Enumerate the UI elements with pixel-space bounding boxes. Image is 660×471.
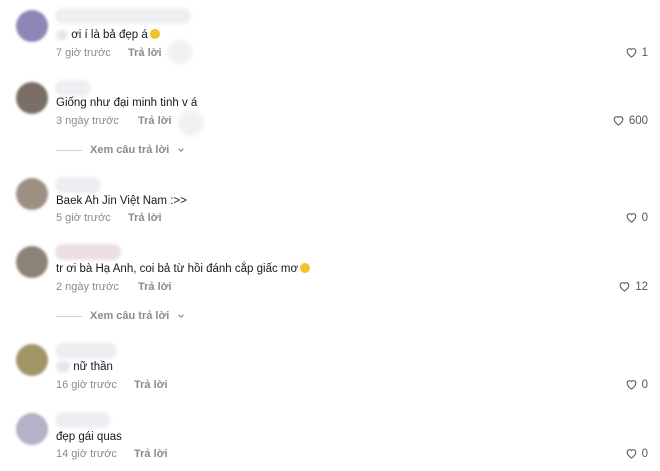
view-replies-button[interactable]: Xem câu trả lời bbox=[56, 310, 185, 322]
timestamp: 16 giờ trước bbox=[56, 379, 117, 391]
like-count: 0 bbox=[641, 211, 648, 224]
timestamp: 5 giờ trước bbox=[56, 212, 111, 224]
username[interactable] bbox=[55, 177, 101, 193]
username[interactable] bbox=[55, 412, 111, 428]
avatar[interactable] bbox=[16, 178, 48, 210]
comment-text: đẹp gái quas bbox=[56, 431, 122, 443]
reply-button[interactable]: Trả lời bbox=[128, 212, 162, 224]
redacted-text bbox=[56, 361, 70, 373]
like-count: 1 bbox=[641, 46, 648, 59]
comment-item: đẹp gái quas 14 giờ trước Trả lời 0 bbox=[0, 411, 660, 469]
heart-icon bbox=[626, 213, 636, 223]
username[interactable] bbox=[55, 343, 117, 359]
comment-item: nữ thần 16 giờ trước Trả lời 0 bbox=[0, 342, 660, 398]
like-button[interactable]: 0 bbox=[625, 447, 648, 460]
view-replies-label: Xem câu trả lời bbox=[90, 310, 170, 322]
avatar[interactable] bbox=[16, 344, 48, 376]
comment-text: ơi í là bả đẹp á bbox=[56, 29, 160, 41]
heart-icon bbox=[626, 380, 636, 390]
divider bbox=[56, 149, 82, 151]
avatar[interactable] bbox=[16, 413, 48, 445]
heart-icon bbox=[626, 48, 636, 58]
username[interactable] bbox=[55, 8, 191, 24]
username[interactable] bbox=[55, 244, 121, 260]
redacted-text bbox=[56, 29, 68, 40]
comment-item: tr ơi bà Hạ Anh, coi bả từ hồi đánh cắp … bbox=[0, 244, 660, 328]
reply-button[interactable]: Trả lời bbox=[134, 448, 168, 460]
comment-text: tr ơi bà Hạ Anh, coi bả từ hồi đánh cắp … bbox=[56, 263, 311, 275]
heart-icon bbox=[613, 116, 624, 126]
view-replies-label: Xem câu trả lời bbox=[90, 144, 170, 156]
timestamp: 7 giờ trước bbox=[56, 47, 111, 59]
comment-text: Giống như đại minh tinh v á bbox=[56, 97, 198, 109]
like-count: 0 bbox=[641, 378, 648, 391]
like-count: 600 bbox=[628, 114, 648, 127]
comment-item: Baek Ah Jin Việt Nam :>> 5 giờ trước Trả… bbox=[0, 176, 660, 232]
comment-text: nữ thần bbox=[56, 361, 113, 373]
like-count: 12 bbox=[635, 280, 648, 293]
like-button[interactable]: 1 bbox=[625, 46, 648, 59]
reply-button[interactable]: Trả lời bbox=[138, 115, 172, 127]
avatar[interactable] bbox=[16, 10, 48, 42]
like-button[interactable]: 0 bbox=[625, 211, 648, 224]
divider bbox=[56, 315, 82, 317]
reply-button[interactable]: Trả lời bbox=[138, 281, 172, 293]
redacted-blob bbox=[178, 110, 204, 136]
heart-icon bbox=[626, 449, 636, 459]
timestamp: 3 ngày trước bbox=[56, 115, 119, 127]
heart-icon bbox=[619, 282, 630, 292]
timestamp: 14 giờ trước bbox=[56, 448, 117, 460]
comment-item: Giống như đại minh tinh v á 3 ngày trước… bbox=[0, 78, 660, 168]
reply-button[interactable]: Trả lời bbox=[128, 47, 162, 59]
like-button[interactable]: 600 bbox=[612, 114, 648, 127]
view-replies-button[interactable]: Xem câu trả lời bbox=[56, 144, 185, 156]
redacted-blob bbox=[167, 40, 193, 64]
comment-item: ơi í là bả đẹp á 7 giờ trước Trả lời 1 bbox=[0, 6, 660, 66]
reply-button[interactable]: Trả lời bbox=[134, 379, 168, 391]
timestamp: 2 ngày trước bbox=[56, 281, 119, 293]
avatar[interactable] bbox=[16, 82, 48, 114]
like-count: 0 bbox=[641, 447, 648, 460]
like-button[interactable]: 12 bbox=[618, 280, 648, 293]
chevron-down-icon bbox=[178, 314, 185, 319]
emoji-icon bbox=[300, 263, 311, 273]
username[interactable] bbox=[55, 80, 91, 96]
avatar[interactable] bbox=[16, 246, 48, 278]
chevron-down-icon bbox=[178, 148, 185, 153]
comment-text: Baek Ah Jin Việt Nam :>> bbox=[56, 195, 187, 207]
emoji-icon bbox=[149, 29, 160, 39]
like-button[interactable]: 0 bbox=[625, 378, 648, 391]
